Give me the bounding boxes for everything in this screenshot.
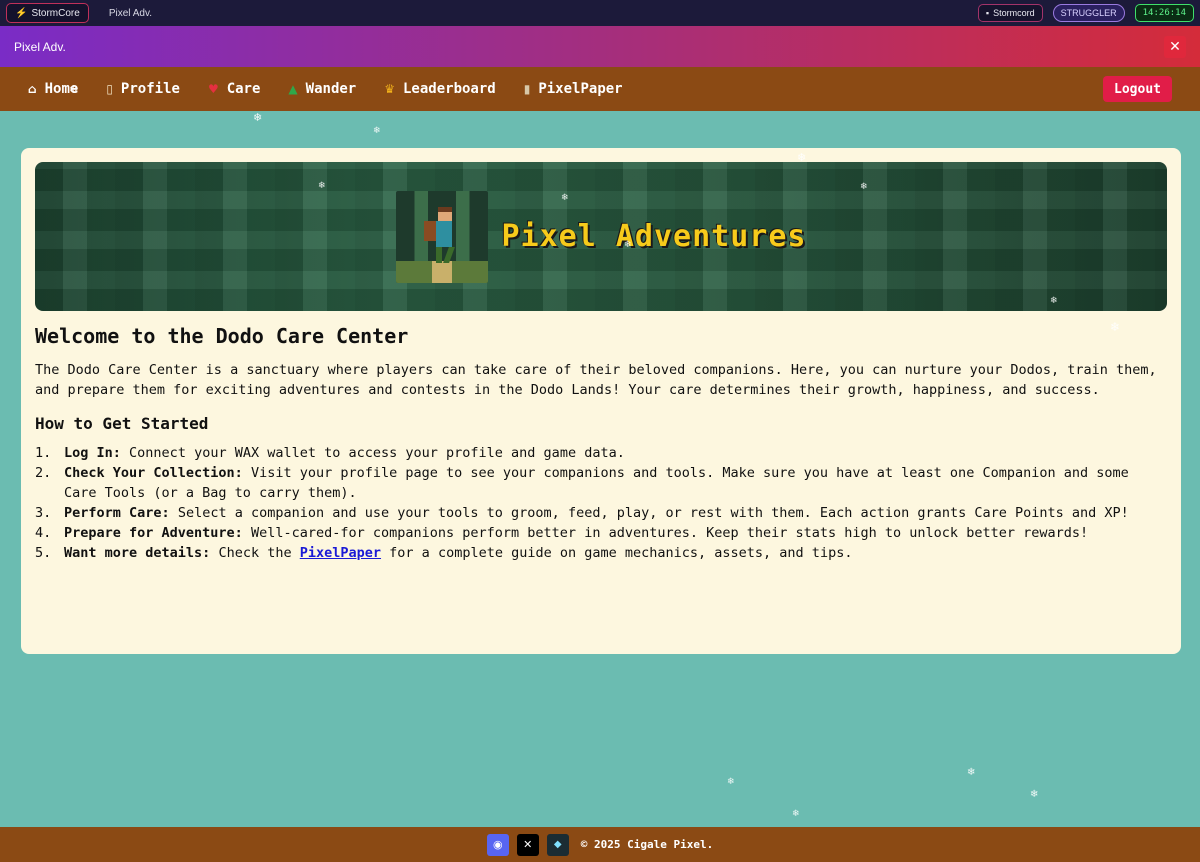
- status-badge-label: STRUGGLER: [1060, 8, 1117, 18]
- snowflake-icon: ❄: [373, 126, 381, 136]
- snowflake-icon: ❄: [792, 809, 800, 819]
- snowflake-icon: ❄: [1110, 320, 1121, 334]
- logout-label: Logout: [1114, 81, 1161, 97]
- snowflake-icon: ❄: [1030, 789, 1039, 800]
- home-icon: ⌂: [28, 82, 37, 96]
- logout-button[interactable]: Logout: [1103, 76, 1172, 102]
- page-title: Welcome to the Dodo Care Center: [35, 324, 409, 348]
- trophy-icon: ♛: [384, 82, 395, 96]
- nav-item-label: Care: [226, 81, 261, 97]
- discord-icon[interactable]: ◉: [486, 833, 509, 856]
- list-item: 5. Want more details: Check the PixelPape…: [35, 545, 853, 561]
- status-badge: STRUGGLER: [1052, 4, 1125, 22]
- profile-icon: ▯: [106, 82, 113, 96]
- app-title: Pixel Adv.: [14, 39, 66, 54]
- stormcore-tab-label: StormCore: [31, 7, 80, 19]
- list-item: 1. Log In: Connect your WAX wallet to acc…: [35, 445, 625, 461]
- snowflake-icon: ❄: [727, 777, 735, 787]
- nav-item-label: PixelPaper: [538, 81, 623, 97]
- nav-item-pixelpaper[interactable]: ▮ PixelPaper: [524, 81, 623, 97]
- steps-list: 1. Log In: Connect your WAX wallet to acc…: [35, 443, 1167, 563]
- banner-title: Pixel Adventures: [501, 219, 807, 254]
- footer: ◉ ✕ ◆ © 2025 Cigale Pixel.: [0, 827, 1200, 862]
- nav-item-care[interactable]: ♥ Care: [208, 81, 260, 97]
- nav-item-wander[interactable]: ▲ Wander: [288, 81, 356, 97]
- main-nav: ⌂ Home ▯ Profile ♥ Care ▲ Wander ♛ Leade…: [0, 67, 1200, 111]
- list-item: 2. Check Your Collection: Visit your prof…: [35, 465, 1129, 501]
- close-icon: ✕: [1169, 38, 1181, 55]
- welcome-card: Pixel Adventures Welcome to the Dodo Car…: [21, 148, 1181, 654]
- system-bar: ⚡ StormCore Pixel Adv. ▪ Stormcord STRUG…: [0, 0, 1200, 26]
- heart-icon: ♥: [207, 82, 219, 96]
- lightning-icon: ⚡: [15, 7, 28, 19]
- stormcore-tab[interactable]: ⚡ StormCore: [6, 3, 89, 23]
- snowflake-icon: ❄: [967, 767, 976, 778]
- intro-paragraph: The Dodo Care Center is a sanctuary wher…: [35, 362, 1157, 398]
- list-item: 3. Perform Care: Select a companion and u…: [35, 505, 1129, 521]
- stormcord-button[interactable]: ▪ Stormcord: [977, 4, 1043, 22]
- snowflake-icon: ❄: [624, 240, 632, 250]
- stormcord-label: Stormcord: [993, 8, 1035, 18]
- adventurer-image: [395, 190, 488, 283]
- clock: 14:26:14: [1134, 4, 1194, 22]
- tree-icon: ▲: [288, 82, 298, 96]
- snowflake-icon: ❄: [561, 193, 569, 203]
- clock-time: 14:26:14: [1142, 8, 1186, 18]
- list-item: 4. Prepare for Adventure: Well-cared-for …: [35, 525, 1089, 541]
- pixelpaper-link[interactable]: PixelPaper: [300, 545, 381, 561]
- scroll-icon: ▮: [523, 82, 531, 96]
- nav-item-profile[interactable]: ▯ Profile: [106, 81, 180, 97]
- close-button[interactable]: ✕: [1164, 35, 1186, 58]
- nav-item-label: Wander: [305, 81, 357, 97]
- snowflake-icon: ❄: [318, 181, 326, 191]
- chat-icon: ▪: [985, 8, 990, 18]
- neftyblocks-icon[interactable]: ◆: [546, 833, 569, 856]
- nav-item-leaderboard[interactable]: ♛ Leaderboard: [384, 81, 495, 97]
- hero-banner: Pixel Adventures: [35, 162, 1167, 311]
- x-icon[interactable]: ✕: [516, 833, 539, 856]
- snowflake-icon: ❄: [860, 182, 868, 192]
- snowflake-icon: ❄: [1050, 296, 1058, 306]
- snowflake-icon: ❄: [797, 151, 807, 164]
- nav-item-label: Profile: [120, 81, 180, 97]
- nav-item-label: Leaderboard: [403, 81, 496, 97]
- section-heading: How to Get Started: [35, 414, 209, 433]
- snowflake-icon: ❄: [69, 83, 79, 96]
- snowflake-icon: ❄: [253, 111, 263, 124]
- app-header: Pixel Adv. ✕: [0, 26, 1200, 67]
- copyright-text: © 2025 Cigale Pixel.: [580, 838, 714, 851]
- window-title: Pixel Adv.: [108, 7, 152, 19]
